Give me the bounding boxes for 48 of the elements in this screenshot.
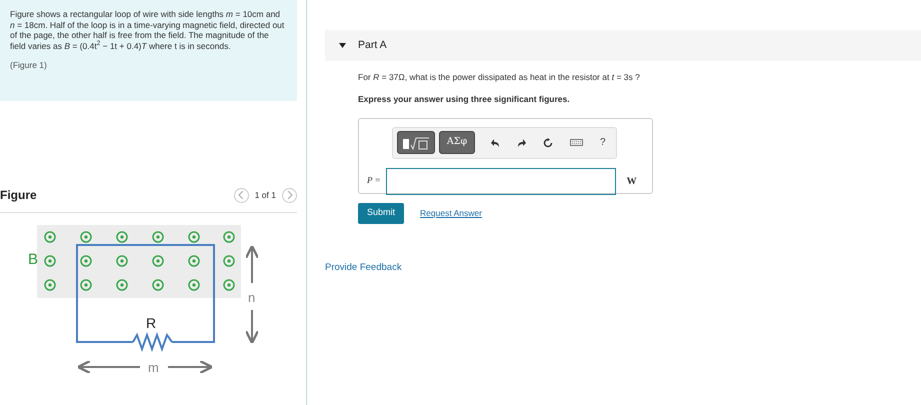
field-dot-icon: [80, 279, 92, 291]
field-dot-icon: [44, 279, 56, 291]
problem-text: Figure shows a rectangular loop of wire with side lengths m = 10cm and n = 18cm. Half of the loop is in a time-varying magnetic field, directed out of the page, the other half is free from the field. The magnitude of the field varies as B = (0.4t$^{2}$ − 1t + 0.4)T where t is in seconds.: [10, 9, 285, 51]
field-dot-icon: [223, 255, 235, 267]
chevron-left-icon: [238, 191, 244, 199]
part-title: Part A: [358, 38, 387, 53]
field-dot-icon: [152, 255, 164, 267]
reset-icon[interactable]: [543, 138, 553, 148]
field-dot-icon: [152, 279, 164, 291]
resistor-icon: [132, 332, 173, 352]
field-dot-icon: [116, 279, 128, 291]
field-dot-icon: [223, 231, 235, 243]
question-text: For R = 37Ω, what is the power dissipated as heat in the resistor at t = 3s ?: [358, 71, 641, 84]
field-dot-icon: [116, 255, 128, 267]
template-button[interactable]: [397, 131, 435, 154]
figure-link[interactable]: (Figure 1): [10, 59, 287, 72]
field-dot-icon: [188, 255, 200, 267]
field-dot-icon: [44, 255, 56, 267]
symbols-button[interactable]: ΑΣφ: [439, 131, 475, 154]
width-label: m: [148, 360, 159, 375]
figure-title: Figure: [0, 187, 37, 204]
feedback-link[interactable]: Provide Feedback: [325, 260, 921, 275]
caret-icon: [339, 43, 346, 48]
figure-pager: 1 of 1: [254, 188, 276, 202]
answer-label: P =: [367, 174, 381, 188]
undo-icon[interactable]: [491, 138, 500, 146]
fraction-root-icon: [402, 136, 430, 150]
request-answer-link[interactable]: Request Answer: [420, 206, 482, 220]
resistor-label: R: [146, 315, 156, 331]
field-dot-icon: [188, 231, 200, 243]
redo-icon[interactable]: [517, 138, 526, 146]
field-dot-icon: [80, 255, 92, 267]
help-button[interactable]: ?: [600, 135, 606, 150]
unit-label: W: [626, 174, 637, 188]
field-dot-icon: [188, 279, 200, 291]
chevron-right-icon: [286, 191, 292, 199]
height-label: n: [248, 290, 256, 305]
submit-button[interactable]: Submit: [358, 202, 404, 224]
instruction-text: Express your answer using three significant figures.: [358, 92, 571, 106]
field-dot-icon: [223, 279, 235, 291]
part-header[interactable]: Part A: [325, 30, 921, 61]
answer-field[interactable]: [386, 168, 616, 194]
keyboard-icon[interactable]: [570, 139, 583, 146]
field-label: B: [28, 251, 38, 268]
field-dot-icon: [116, 231, 128, 243]
field-dot-icon: [80, 231, 92, 243]
field-dot-icon: [152, 231, 164, 243]
field-dot-icon: [44, 231, 56, 243]
